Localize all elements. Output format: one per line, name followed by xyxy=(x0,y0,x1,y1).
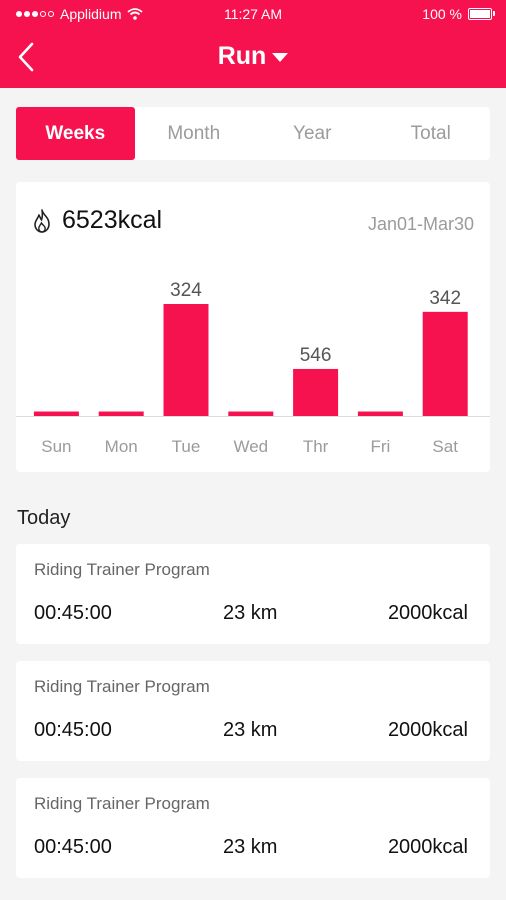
bar-mon xyxy=(98,411,144,416)
bar-value-label: 546 xyxy=(300,345,332,366)
calorie-chart-card: 6523kcal Jan01-Mar30 Sun Mon 324 Tue Wed 546 T… xyxy=(16,182,490,472)
x-tick-label: Tue xyxy=(172,437,201,456)
x-tick-label: Fri xyxy=(370,437,390,456)
app-header: Applidium 11:27 AM 100 % Run xyxy=(0,0,506,88)
battery-icon xyxy=(468,8,495,20)
period-tabs: Weeks Month Year Total xyxy=(16,107,490,160)
page-title: Run xyxy=(217,42,267,70)
tab-month[interactable]: Month xyxy=(135,107,254,160)
bar-fri xyxy=(357,411,403,416)
entry-kcal: 2000kcal xyxy=(387,602,468,624)
x-tick-label: Sat xyxy=(432,437,458,456)
bar-value-label: 342 xyxy=(429,288,461,309)
bar-tue xyxy=(163,304,209,416)
entry-title: Riding Trainer Program xyxy=(34,560,210,579)
tab-year[interactable]: Year xyxy=(253,107,372,160)
activity-entry[interactable]: Riding Trainer Program 00:45:00 23 km 20… xyxy=(16,661,490,761)
tab-total[interactable]: Total xyxy=(372,107,491,160)
bar-chart: Sun Mon 324 Tue Wed 546 Thr Fri 342 Sat xyxy=(16,280,490,456)
entry-title: Riding Trainer Program xyxy=(34,794,210,813)
entry-distance: 23 km xyxy=(223,719,278,741)
x-tick-label: Sun xyxy=(41,437,71,456)
activity-entry[interactable]: Riding Trainer Program 00:45:00 23 km 20… xyxy=(16,544,490,644)
x-tick-label: Thr xyxy=(303,437,329,456)
page-title-dropdown[interactable]: Run xyxy=(0,42,506,71)
caret-down-icon xyxy=(272,52,289,62)
entry-duration: 00:45:00 xyxy=(34,719,112,741)
x-tick-label: Wed xyxy=(233,437,268,456)
status-bar: Applidium 11:27 AM 100 % xyxy=(0,0,506,28)
entry-kcal: 2000kcal xyxy=(387,719,468,741)
entry-title: Riding Trainer Program xyxy=(34,677,210,696)
today-heading: Today xyxy=(17,507,71,529)
battery-percent: 100 % xyxy=(422,6,462,22)
entry-distance: 23 km xyxy=(223,836,278,858)
bar-sat xyxy=(422,311,468,416)
entry-kcal: 2000kcal xyxy=(387,836,468,858)
bar-wed xyxy=(228,411,274,416)
bar-value-label: 324 xyxy=(170,280,202,301)
tab-weeks[interactable]: Weeks xyxy=(16,107,135,160)
x-tick-label: Mon xyxy=(105,437,138,456)
activity-entry[interactable]: Riding Trainer Program 00:45:00 23 km 20… xyxy=(16,778,490,878)
bar-thr xyxy=(293,368,339,416)
entry-duration: 00:45:00 xyxy=(34,836,112,858)
bar-sun xyxy=(33,411,79,416)
entry-duration: 00:45:00 xyxy=(34,602,112,624)
status-right: 100 % xyxy=(422,6,495,22)
entry-distance: 23 km xyxy=(223,602,278,624)
